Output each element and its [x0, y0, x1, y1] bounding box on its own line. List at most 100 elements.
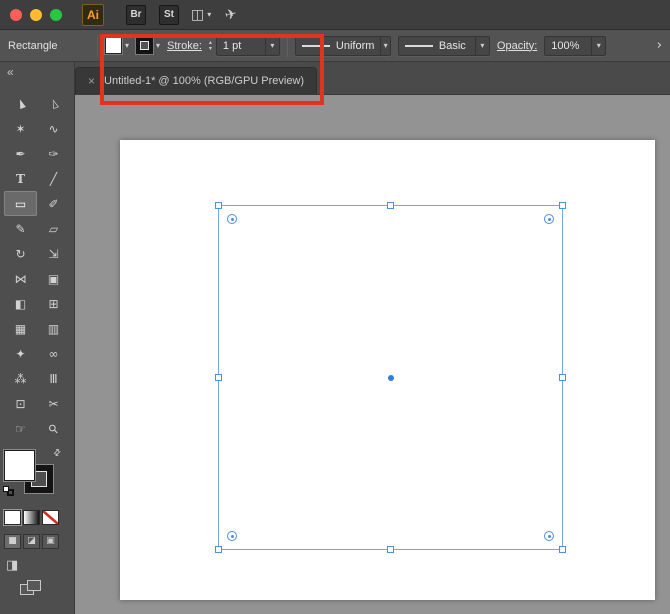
- eraser-tool-icon: ▱: [49, 223, 58, 235]
- tool-zoom-tool[interactable]: ⚲: [37, 416, 70, 441]
- tool-shaper-tool[interactable]: ✎: [4, 216, 37, 241]
- stroke-swatch: [136, 37, 153, 54]
- corner-widget-bottom-left[interactable]: [227, 531, 237, 541]
- blend-tool-icon: ∞: [49, 348, 59, 360]
- artboard-tool-icon: ⊡: [15, 398, 25, 410]
- artboard[interactable]: [120, 140, 655, 600]
- stroke-panel-link[interactable]: Stroke:: [167, 40, 202, 52]
- fill-color-control[interactable]: ▾: [105, 37, 129, 54]
- tool-width-tool[interactable]: ⋈: [4, 266, 37, 291]
- selection-handle-bottom-right[interactable]: [559, 546, 566, 553]
- center-point[interactable]: [388, 375, 394, 381]
- fill-color-indicator[interactable]: [4, 450, 35, 481]
- swap-fill-stroke-icon[interactable]: ⇄: [52, 447, 64, 459]
- tool-column-graph-tool[interactable]: Ⅲ: [37, 366, 70, 391]
- color-button[interactable]: [4, 510, 21, 525]
- workspace-switcher[interactable]: ◫ ▾: [191, 8, 211, 22]
- gradient-tool-icon: ▥: [48, 323, 59, 335]
- overlapping-rectangles-icon[interactable]: [20, 580, 44, 598]
- brush-definition-dropdown[interactable]: Basic ▾: [398, 36, 490, 56]
- tool-slice-tool[interactable]: ✂: [37, 391, 70, 416]
- more-options-icon[interactable]: ›: [657, 38, 662, 53]
- screen-mode-row: ◨: [6, 556, 18, 574]
- stroke-weight-dropdown[interactable]: 1 pt ▾: [216, 36, 280, 56]
- draw-inside-icon: ▣: [46, 537, 55, 546]
- tool-paintbrush-tool[interactable]: ✐: [37, 191, 70, 216]
- variable-width-profile-dropdown[interactable]: Uniform ▾: [295, 36, 391, 56]
- minimize-window-button[interactable]: [30, 9, 42, 21]
- draw-normal-button[interactable]: ■: [4, 534, 21, 549]
- tool-type-tool[interactable]: T: [4, 166, 37, 191]
- selection-handle-top-right[interactable]: [559, 202, 566, 209]
- slice-tool-icon: ✂: [48, 398, 58, 410]
- selection-handle-bottom-center[interactable]: [387, 546, 394, 553]
- close-window-button[interactable]: [10, 9, 22, 21]
- selection-tool-icon: ►: [13, 97, 27, 110]
- tool-blend-tool[interactable]: ∞: [37, 341, 70, 366]
- tool-line-segment-tool[interactable]: ╱: [37, 166, 70, 191]
- width-profile-value: Uniform: [330, 40, 381, 52]
- selection-handle-bottom-left[interactable]: [215, 546, 222, 553]
- tool-scale-tool[interactable]: ⇲: [37, 241, 70, 266]
- opacity-dropdown[interactable]: 100% ▾: [544, 36, 606, 56]
- control-bar: Rectangle ▾ ▾ Stroke: ▴ ▾ 1 pt ▾ Uniform…: [0, 30, 670, 62]
- collapse-panel-button[interactable]: «: [7, 65, 14, 79]
- draw-behind-button[interactable]: ◪: [23, 534, 40, 549]
- tool-mesh-tool[interactable]: ▦: [4, 316, 37, 341]
- none-button[interactable]: [42, 510, 59, 525]
- selection-handle-middle-right[interactable]: [559, 374, 566, 381]
- default-fill-stroke-icon[interactable]: [3, 486, 15, 496]
- main-area: « ►▻✶∿✒✑T╱▭✐✎▱↻⇲⋈▣◧⊞▦▥✦∞⁂Ⅲ⊡✂☞⚲ ⇄ ■ ◪ ▣ ◨: [0, 62, 670, 614]
- tool-shape-builder-tool[interactable]: ◧: [4, 291, 37, 316]
- bridge-button[interactable]: Br: [126, 5, 146, 25]
- tool-symbol-sprayer-tool[interactable]: ⁂: [4, 366, 37, 391]
- tool-pen-tool[interactable]: ✒: [4, 141, 37, 166]
- tool-eraser-tool[interactable]: ▱: [37, 216, 70, 241]
- gpu-performance-button[interactable]: ✈: [225, 6, 237, 24]
- tool-magic-wand-tool[interactable]: ✶: [4, 116, 37, 141]
- selection-handle-top-center[interactable]: [387, 202, 394, 209]
- stock-button[interactable]: St: [159, 5, 179, 25]
- stroke-color-control[interactable]: ▾: [136, 37, 160, 54]
- corner-widget-top-left[interactable]: [227, 214, 237, 224]
- document-tab[interactable]: × Untitled-1* @ 100% (RGB/GPU Preview): [75, 67, 317, 94]
- mesh-tool-icon: ▦: [15, 323, 26, 335]
- corner-widget-top-right[interactable]: [544, 214, 554, 224]
- draw-inside-button[interactable]: ▣: [42, 534, 59, 549]
- tool-perspective-grid-tool[interactable]: ⊞: [37, 291, 70, 316]
- fill-swatch: [105, 37, 122, 54]
- selection-handle-top-left[interactable]: [215, 202, 222, 209]
- tool-rectangle-tool[interactable]: ▭: [4, 191, 37, 216]
- tool-curvature-tool[interactable]: ✑: [37, 141, 70, 166]
- canvas[interactable]: [75, 95, 670, 614]
- tool-selection-tool[interactable]: ►: [4, 91, 37, 116]
- stroke-weight-stepper[interactable]: ▴ ▾: [209, 40, 212, 51]
- separator: [287, 35, 288, 57]
- tool-rotate-tool[interactable]: ↻: [4, 241, 37, 266]
- opacity-panel-link[interactable]: Opacity:: [497, 40, 537, 52]
- corner-widget-bottom-right[interactable]: [544, 531, 554, 541]
- tool-artboard-tool[interactable]: ⊡: [4, 391, 37, 416]
- symbol-sprayer-tool-icon: ⁂: [15, 373, 27, 385]
- gradient-button[interactable]: [23, 510, 40, 525]
- zoom-window-button[interactable]: [50, 9, 62, 21]
- screen-mode-button[interactable]: ◨: [6, 558, 18, 573]
- tool-lasso-tool[interactable]: ∿: [37, 116, 70, 141]
- color-type-row: [4, 510, 59, 525]
- selection-handle-middle-left[interactable]: [215, 374, 222, 381]
- close-document-icon[interactable]: ×: [88, 75, 95, 87]
- corner-widget-dot: [548, 535, 551, 538]
- tool-gradient-tool[interactable]: ▥: [37, 316, 70, 341]
- tool-direct-selection-tool[interactable]: ▻: [37, 91, 70, 116]
- separator: [97, 35, 98, 57]
- rectangle-tool-icon: ▭: [15, 198, 26, 210]
- stepper-down-icon[interactable]: ▾: [209, 46, 212, 51]
- selected-rectangle[interactable]: [218, 205, 563, 550]
- tool-free-transform-tool[interactable]: ▣: [37, 266, 70, 291]
- tools-panel: « ►▻✶∿✒✑T╱▭✐✎▱↻⇲⋈▣◧⊞▦▥✦∞⁂Ⅲ⊡✂☞⚲ ⇄ ■ ◪ ▣ ◨: [0, 62, 75, 614]
- illustrator-logo: Ai: [82, 4, 104, 26]
- chevron-down-icon: ▾: [380, 37, 389, 55]
- tool-eyedropper-tool[interactable]: ✦: [4, 341, 37, 366]
- tool-hand-tool[interactable]: ☞: [4, 416, 37, 441]
- draw-normal-icon: ■: [8, 537, 17, 546]
